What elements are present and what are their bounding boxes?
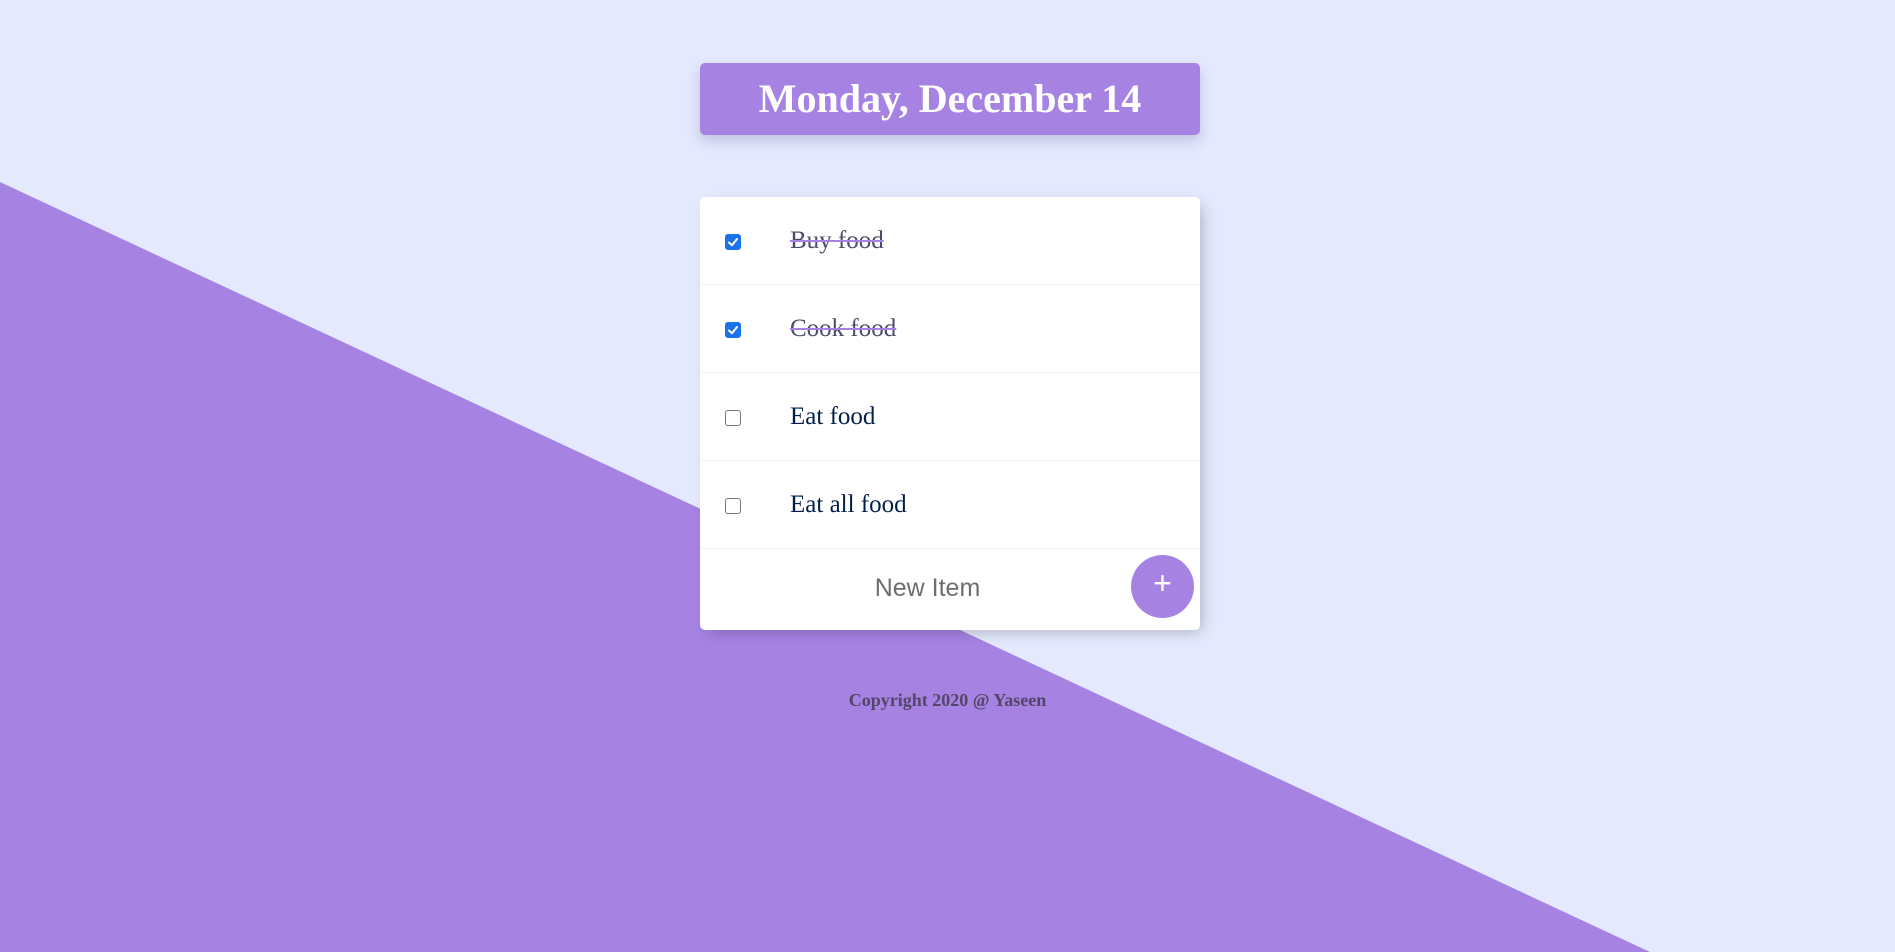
date-heading-box: Monday, December 14 (700, 63, 1200, 135)
item-label: Buy food (790, 227, 884, 254)
add-item-button[interactable]: + (1131, 555, 1194, 618)
list-item: Buy food (700, 197, 1200, 285)
footer-copyright: Copyright 2020 @ Yaseen (848, 690, 1047, 710)
list-item: Cook food (700, 285, 1200, 373)
plus-icon: + (1153, 565, 1172, 601)
page-title: Monday, December 14 (758, 76, 1142, 121)
check-icon (728, 238, 738, 247)
todo-list-box: Buy food Cook food Eat food Eat all food… (700, 197, 1200, 630)
item-checkbox[interactable] (725, 410, 741, 426)
item-label: Eat food (790, 403, 876, 430)
new-item-input[interactable]: New Item (700, 549, 1155, 627)
list-item: Eat all food (700, 461, 1200, 549)
new-item-form: New Item + (700, 549, 1200, 630)
item-checkbox[interactable] (725, 234, 741, 250)
item-label: Cook food (790, 315, 897, 342)
item-checkbox[interactable] (725, 322, 741, 338)
item-checkbox[interactable] (725, 498, 741, 514)
check-icon (728, 326, 738, 335)
list-item: Eat food (700, 373, 1200, 461)
item-label: Eat all food (790, 491, 907, 518)
